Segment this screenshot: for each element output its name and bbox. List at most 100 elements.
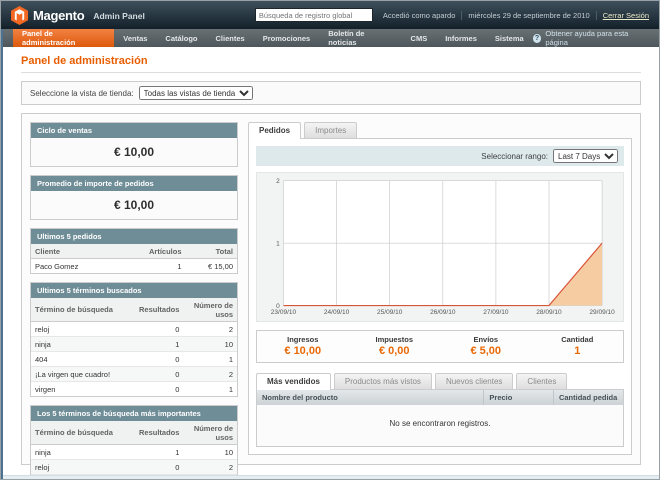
nav-item-boletin[interactable]: Boletín de noticias bbox=[319, 29, 401, 47]
metric-envios: Envíos € 5,00 bbox=[440, 331, 532, 362]
help-link[interactable]: ? Obtener ayuda para esta página bbox=[533, 29, 659, 47]
brand-name: Magento bbox=[33, 8, 84, 23]
page-title: Panel de administración bbox=[21, 55, 641, 67]
column-header: Nombre del producto bbox=[257, 390, 484, 405]
table-row[interactable]: ninja 1 10 bbox=[31, 337, 237, 352]
empty-records-message: No se encontraron registros. bbox=[257, 405, 623, 446]
last-orders-table: Cliente Artículos Total Paco Gomez 1 € 1… bbox=[31, 244, 237, 273]
nav-item-informes[interactable]: Informes bbox=[436, 29, 486, 47]
column-header: Artículos bbox=[134, 244, 186, 259]
main-nav: Panel de administración Ventas Catálogo … bbox=[3, 29, 659, 47]
chart-x-label: 29/09/10 bbox=[589, 309, 615, 316]
tab-importes[interactable]: Importes bbox=[304, 122, 357, 138]
column-header: Término de búsqueda bbox=[31, 298, 134, 322]
column-header: Cliente bbox=[31, 244, 134, 259]
store-view-label: Seleccione la vista de tienda: bbox=[30, 89, 134, 98]
logged-in-as: Accedió como apardo bbox=[383, 11, 456, 20]
page-content: Panel de administración Seleccione la vi… bbox=[3, 47, 659, 475]
grid-tabs: Más vendidos Productos más vistos Nuevos… bbox=[256, 373, 624, 389]
chart-x-label: 24/09/10 bbox=[324, 309, 350, 316]
page-body: Panel de administración Ventas Catálogo … bbox=[1, 29, 659, 480]
tab-mas-vendidos[interactable]: Más vendidos bbox=[256, 373, 331, 390]
range-select[interactable]: Last 7 Days bbox=[553, 149, 618, 163]
last-orders-title: Ultimos 5 pedidos bbox=[31, 229, 237, 244]
orders-tab-content: Seleccionar rango: Last 7 Days bbox=[248, 138, 632, 455]
nav-item-panel-de-administracion[interactable]: Panel de administración bbox=[13, 29, 114, 47]
chart-x-label: 28/09/10 bbox=[536, 309, 562, 316]
last-search-terms-table: Término de búsqueda Resultados Número de… bbox=[31, 298, 237, 396]
nav-item-ventas[interactable]: Ventas bbox=[114, 29, 156, 47]
chart-x-label: 26/09/10 bbox=[430, 309, 456, 316]
browser-viewport: Magento Admin Panel Accedió como apardo … bbox=[0, 0, 660, 480]
title-divider bbox=[21, 72, 641, 73]
dashboard-main: Pedidos Importes Seleccionar rango: Last… bbox=[248, 122, 632, 456]
nav-item-sistema[interactable]: Sistema bbox=[486, 29, 533, 47]
orders-chart-svg: 0 1 2 23/09/10 24/09/10 25/09/10 26/09/1… bbox=[263, 177, 617, 319]
table-row[interactable]: ninja 1 10 bbox=[31, 445, 237, 460]
diagram-tabs: Pedidos Importes bbox=[248, 122, 632, 138]
totals-bar: Ingresos € 10,00 Impuestos € 0,00 Envíos… bbox=[256, 330, 624, 363]
table-row[interactable]: Paco Gomez 1 € 15,00 bbox=[31, 259, 237, 274]
column-header: Número de usos bbox=[183, 298, 237, 322]
tab-clientes[interactable]: Clientes bbox=[516, 373, 567, 389]
metric-cantidad: Cantidad 1 bbox=[532, 331, 624, 362]
tab-productos-mas-vistos[interactable]: Productos más vistos bbox=[334, 373, 432, 389]
column-header: Número de usos bbox=[183, 421, 237, 445]
nav-item-clientes[interactable]: Clientes bbox=[207, 29, 254, 47]
logout-link[interactable]: Cerrar Sesión bbox=[596, 11, 649, 20]
help-icon: ? bbox=[533, 34, 542, 43]
table-row[interactable]: ¡La virgen que cuadro! 0 2 bbox=[31, 367, 237, 382]
table-row[interactable]: reloj 0 2 bbox=[31, 460, 237, 475]
user-info: Accedió como apardo miércoles 29 de sept… bbox=[383, 11, 649, 20]
last-orders-box: Ultimos 5 pedidos Cliente Artículos Tota… bbox=[30, 228, 238, 274]
column-header: Total bbox=[186, 244, 238, 259]
chart-x-label: 27/09/10 bbox=[483, 309, 509, 316]
admin-header: Magento Admin Panel Accedió como apardo … bbox=[1, 1, 659, 29]
top-search-terms-box: Los 5 términos de búsqueda más important… bbox=[30, 405, 238, 475]
tab-nuevos-clientes[interactable]: Nuevos clientes bbox=[435, 373, 513, 389]
lifetime-sales-box: Ciclo de ventas € 10,00 bbox=[30, 122, 238, 167]
dashboard-container: Ciclo de ventas € 10,00 Promedio de impo… bbox=[21, 113, 641, 465]
chart-y-label: 2 bbox=[276, 178, 280, 185]
table-row[interactable]: reloj 0 2 bbox=[31, 322, 237, 337]
range-label: Seleccionar rango: bbox=[481, 152, 548, 161]
current-date: miércoles 29 de septiembre de 2010 bbox=[461, 11, 589, 20]
table-row[interactable]: 404 0 1 bbox=[31, 352, 237, 367]
brand-suffix: Admin Panel bbox=[93, 11, 144, 21]
nav-item-cms[interactable]: CMS bbox=[402, 29, 437, 47]
chart-y-label: 1 bbox=[276, 240, 280, 247]
global-search-input[interactable] bbox=[255, 8, 373, 22]
help-label: Obtener ayuda para esta página bbox=[545, 29, 649, 47]
column-header: Precio bbox=[484, 390, 554, 405]
last-search-terms-box: Ultimos 5 términos buscados Término de b… bbox=[30, 282, 238, 397]
store-view-switcher: Seleccione la vista de tienda: Todas las… bbox=[21, 81, 641, 105]
nav-item-promociones[interactable]: Promociones bbox=[254, 29, 320, 47]
top-search-terms-title: Los 5 términos de búsqueda más important… bbox=[31, 406, 237, 421]
orders-chart: 0 1 2 23/09/10 24/09/10 25/09/10 26/09/1… bbox=[256, 172, 624, 322]
top-search-terms-table: Término de búsqueda Resultados Número de… bbox=[31, 421, 237, 475]
column-header: Resultados bbox=[134, 298, 183, 322]
average-orders-value: € 10,00 bbox=[31, 191, 237, 219]
dashboard-sidebar: Ciclo de ventas € 10,00 Promedio de impo… bbox=[30, 122, 238, 456]
footer-strip bbox=[3, 475, 659, 480]
metric-impuestos: Impuestos € 0,00 bbox=[349, 331, 441, 362]
magento-logo-icon bbox=[11, 6, 28, 25]
nav-item-catalogo[interactable]: Catálogo bbox=[156, 29, 206, 47]
average-orders-title: Promedio de importe de pedidos bbox=[31, 176, 237, 191]
column-header: Cantidad pedida bbox=[553, 390, 623, 405]
lifetime-sales-title: Ciclo de ventas bbox=[31, 123, 237, 138]
chart-x-label: 23/09/10 bbox=[271, 309, 297, 316]
column-header: Término de búsqueda bbox=[31, 421, 134, 445]
range-bar: Seleccionar rango: Last 7 Days bbox=[256, 146, 624, 166]
store-view-select[interactable]: Todas las vistas de tienda bbox=[139, 86, 253, 100]
bestsellers-table: Nombre del producto Precio Cantidad pedi… bbox=[257, 390, 623, 446]
magento-logo[interactable]: Magento Admin Panel bbox=[11, 6, 145, 25]
lifetime-sales-value: € 10,00 bbox=[31, 138, 237, 166]
table-row[interactable]: virgen 0 1 bbox=[31, 382, 237, 397]
bestsellers-grid: Nombre del producto Precio Cantidad pedi… bbox=[256, 389, 624, 447]
average-orders-box: Promedio de importe de pedidos € 10,00 bbox=[30, 175, 238, 220]
tab-pedidos[interactable]: Pedidos bbox=[248, 122, 301, 139]
column-header: Resultados bbox=[134, 421, 183, 445]
chart-x-label: 25/09/10 bbox=[377, 309, 403, 316]
metric-ingresos: Ingresos € 10,00 bbox=[257, 331, 349, 362]
